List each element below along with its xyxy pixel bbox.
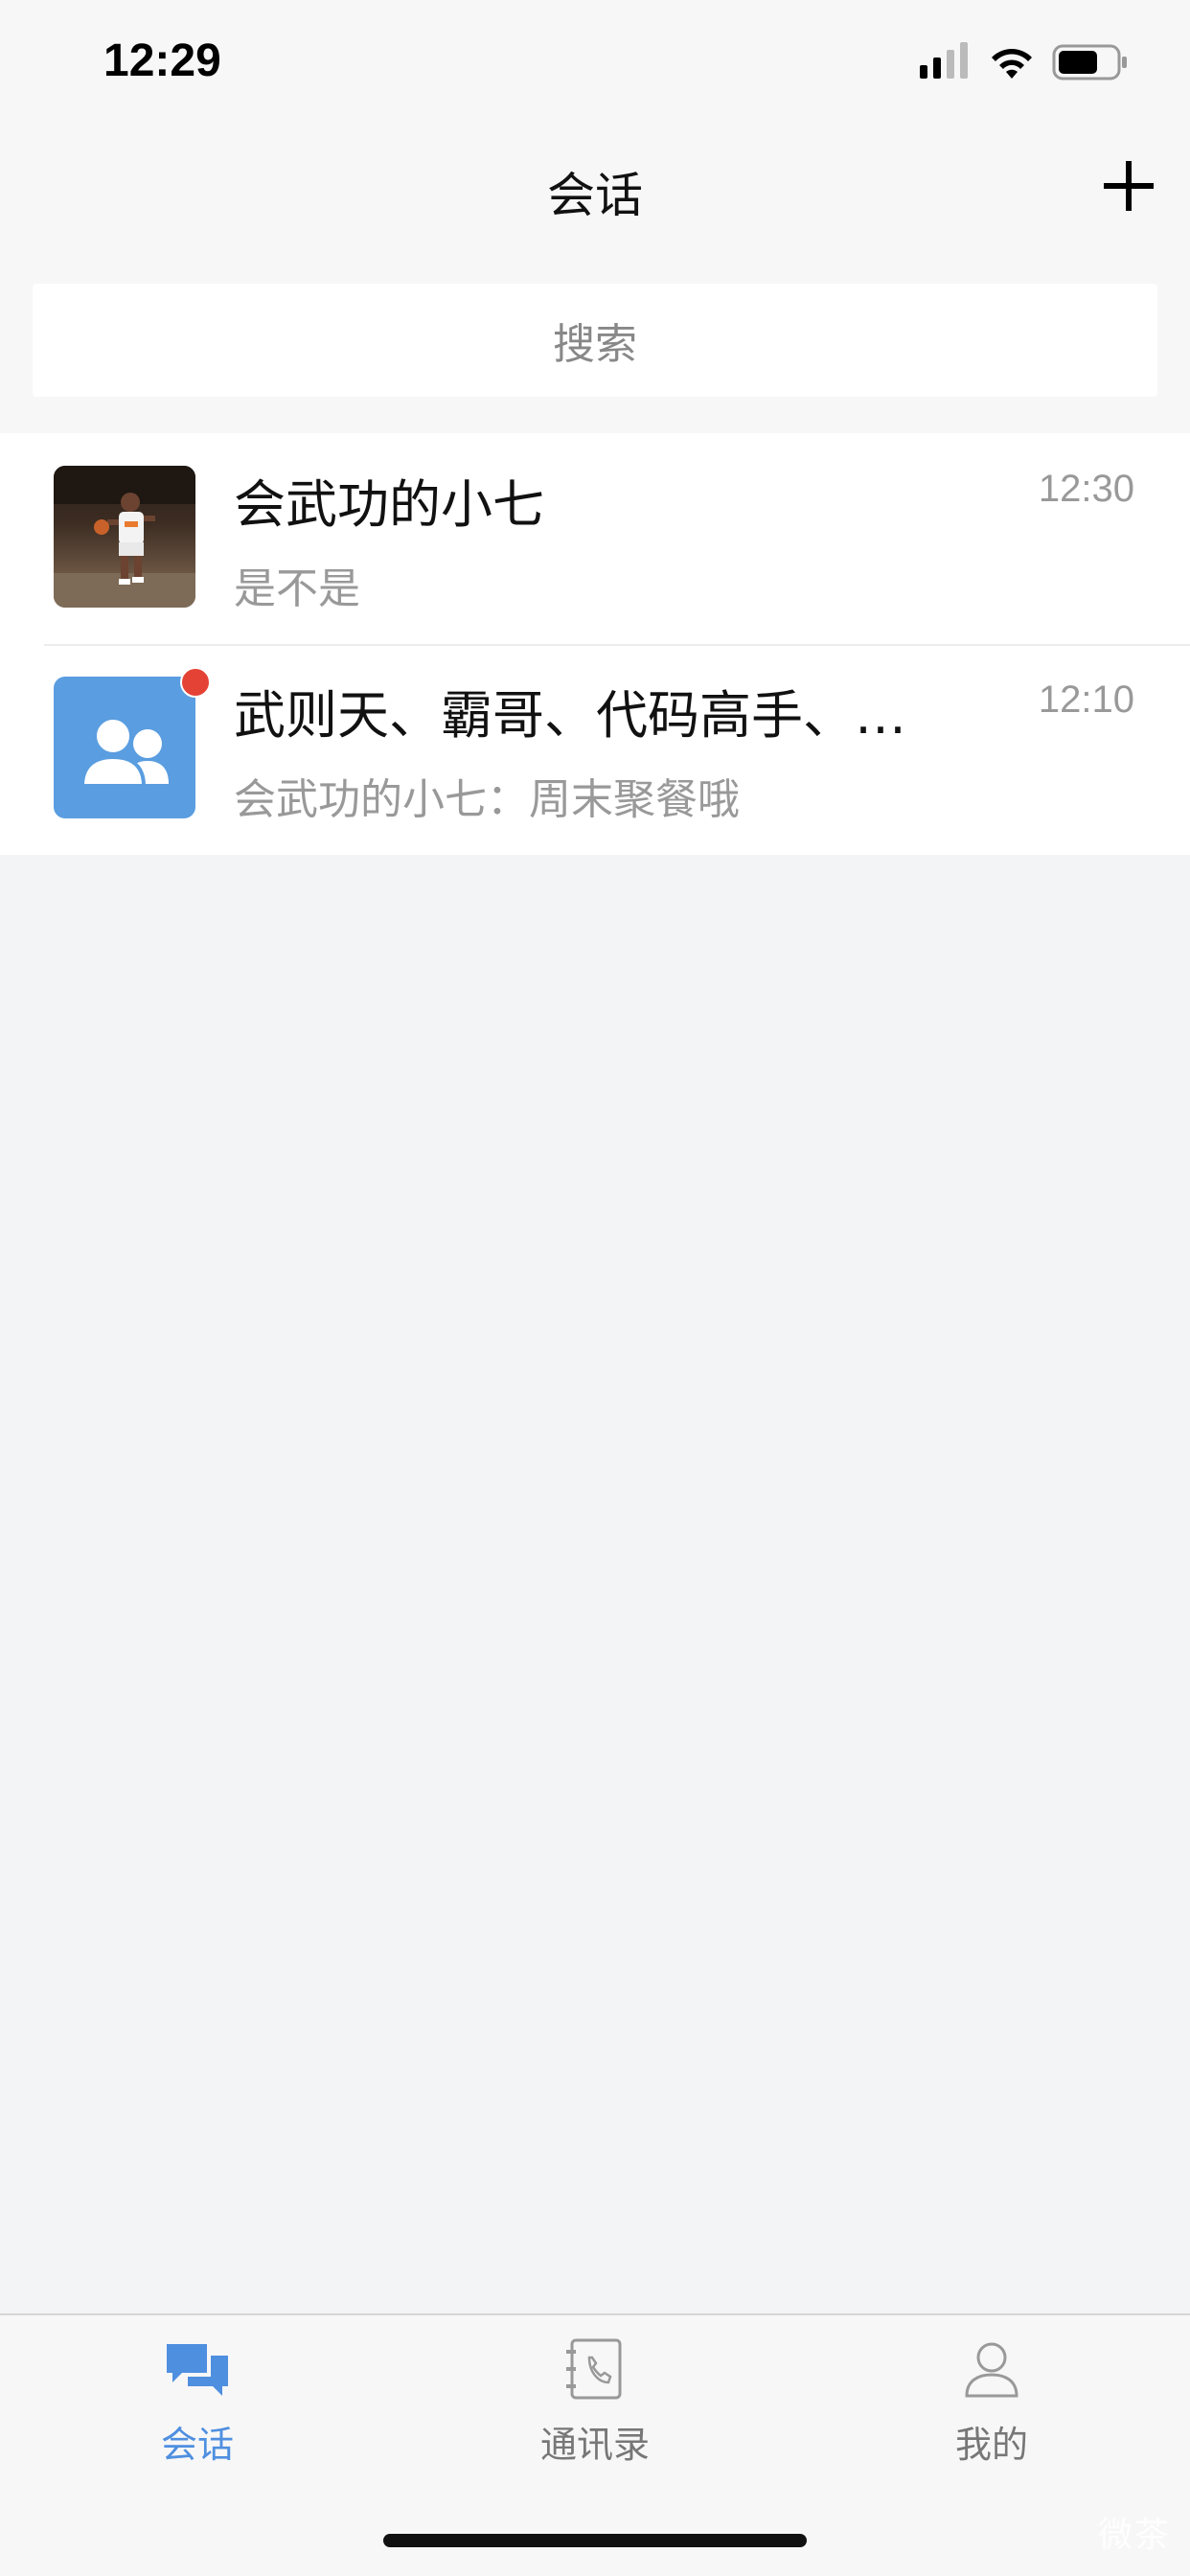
player-figure-icon — [54, 466, 195, 608]
conversation-preview: 是不是 — [234, 564, 360, 613]
conversation-name: 会武功的小七 — [234, 474, 544, 535]
conversations-screen: 12:29 会话 搜索 会武功的小七 12:30 是不是 武则天、霸哥、代码高手… — [0, 0, 1190, 2576]
conversation-time: 12:10 — [1038, 678, 1134, 721]
battery-icon — [1052, 44, 1127, 80]
tab-label: 通讯录 — [539, 2424, 650, 2466]
search-input[interactable]: 搜索 — [33, 284, 1157, 397]
address-book-icon — [566, 2338, 622, 2400]
search-area: 搜索 — [0, 259, 1190, 433]
cellular-signal-icon — [920, 42, 968, 79]
tab-label: 我的 — [954, 2424, 1028, 2466]
tab-me[interactable]: 我的 — [867, 2334, 1116, 2488]
tab-contacts[interactable]: 通讯录 — [470, 2334, 720, 2488]
wifi-icon — [992, 49, 1032, 79]
tab-chat[interactable]: 会话 — [73, 2334, 322, 2488]
status-bar: 12:29 — [0, 0, 1190, 125]
chat-bubbles-icon — [167, 2344, 228, 2396]
conversation-time: 12:30 — [1038, 468, 1134, 510]
conversation-list: 会武功的小七 12:30 是不是 武则天、霸哥、代码高手、… 12:10 会武功… — [0, 433, 1190, 855]
watermark: 微茶 — [1097, 2516, 1171, 2555]
group-people-icon — [80, 716, 169, 788]
basketball-player-photo — [54, 466, 195, 608]
conversation-preview: 会武功的小七：周末聚餐哦 — [234, 775, 740, 824]
home-indicator — [383, 2534, 807, 2547]
conversation-name: 武则天、霸哥、代码高手、… — [234, 685, 906, 746]
tab-label: 会话 — [160, 2424, 234, 2466]
unread-dot — [180, 667, 211, 698]
page-title: 会话 — [547, 168, 643, 223]
person-icon — [965, 2342, 1018, 2398]
nav-bar: 会话 — [0, 125, 1190, 259]
status-time: 12:29 — [103, 35, 221, 86]
plus-icon[interactable] — [1100, 157, 1157, 215]
group-avatar — [54, 677, 195, 818]
conversation-item[interactable]: 武则天、霸哥、代码高手、… 12:10 会武功的小七：周末聚餐哦 — [0, 644, 1190, 855]
conversation-item[interactable]: 会武功的小七 12:30 是不是 — [0, 433, 1190, 644]
